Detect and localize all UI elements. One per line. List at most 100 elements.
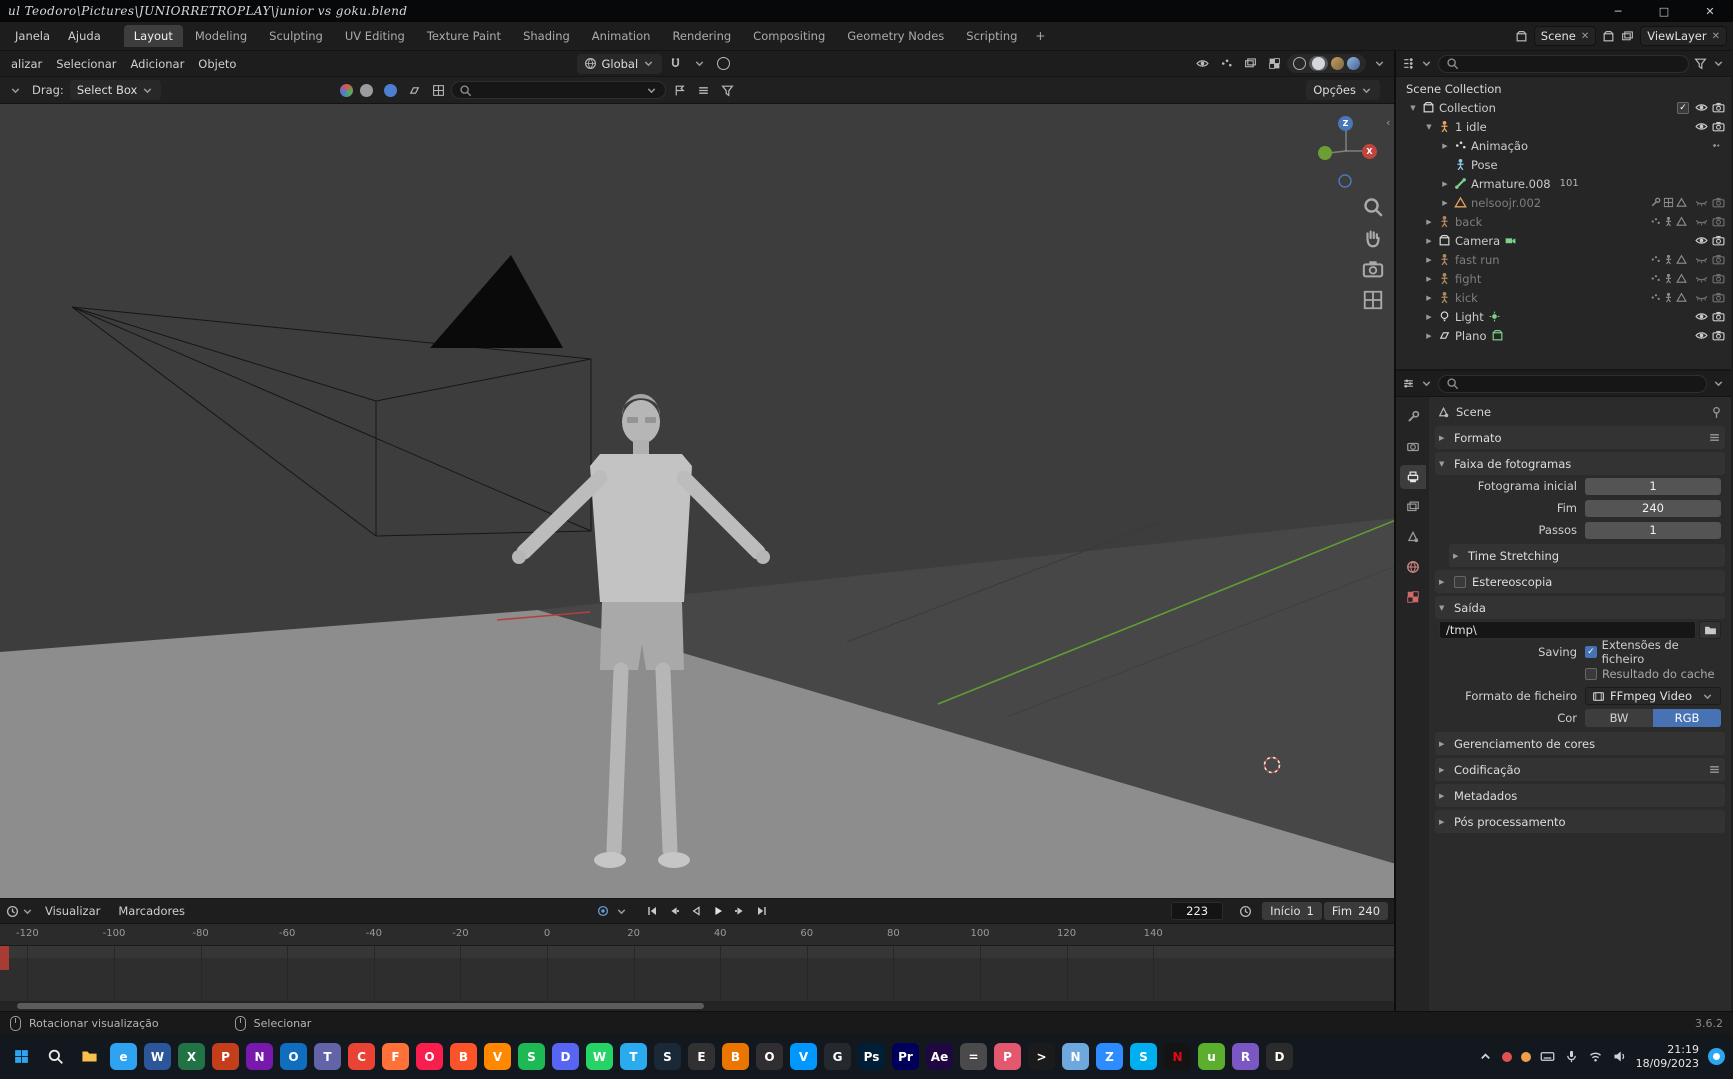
- dots-mini-icon[interactable]: [1650, 254, 1661, 265]
- properties-tab-render[interactable]: [1400, 435, 1426, 459]
- timeline-menu-marcadores[interactable]: Marcadores: [109, 900, 194, 922]
- workspace-tab-animation[interactable]: Animation: [582, 25, 661, 47]
- outliner-row-camera[interactable]: ▶ Camera: [1396, 231, 1731, 250]
- options-button[interactable]: Opções: [1306, 80, 1380, 100]
- expand-arrow-icon[interactable]: ▶: [1424, 294, 1434, 302]
- taskbar-epic-games-icon[interactable]: E: [688, 1043, 715, 1070]
- taskbar-chrome-icon[interactable]: C: [348, 1043, 375, 1070]
- timeline-menu-visualizar[interactable]: Visualizar: [36, 900, 109, 922]
- color-rgb-button[interactable]: RGB: [1653, 709, 1721, 727]
- render-visibility-camera-icon[interactable]: [1712, 234, 1725, 247]
- visibility-dropdown[interactable]: [1191, 54, 1213, 74]
- expand-arrow-icon[interactable]: ▶: [1424, 332, 1434, 340]
- workspace-tab-sculpting[interactable]: Sculpting: [259, 25, 333, 47]
- workspace-tab-texture-paint[interactable]: Texture Paint: [417, 25, 511, 47]
- taskbar-file-explorer-icon[interactable]: [76, 1043, 103, 1070]
- passos-field[interactable]: 1: [1585, 521, 1721, 539]
- clock-icon[interactable]: [6, 905, 19, 918]
- shading-solid-button[interactable]: [1309, 56, 1328, 71]
- render-visibility-camera-icon[interactable]: [1712, 329, 1725, 342]
- timeline-scrollbar[interactable]: [0, 1001, 1394, 1011]
- expand-arrow-icon[interactable]: ▶: [1440, 180, 1450, 188]
- viewlayer-selector[interactable]: ViewLayer ✕: [1640, 26, 1727, 46]
- new-scene-icon[interactable]: [1602, 30, 1615, 43]
- tri-mini-icon[interactable]: [1676, 197, 1687, 208]
- taskbar-davinci-icon[interactable]: D: [1266, 1043, 1293, 1070]
- tri-mini-icon[interactable]: [1676, 292, 1687, 303]
- grid-mini-icon[interactable]: [1663, 197, 1674, 208]
- taskbar-firefox-icon[interactable]: F: [382, 1043, 409, 1070]
- stickman-mini-icon[interactable]: [1663, 254, 1674, 265]
- maximize-button[interactable]: □: [1641, 0, 1687, 22]
- properties-tab-tool[interactable]: [1400, 405, 1426, 429]
- fim-field[interactable]: 240: [1585, 499, 1721, 517]
- expand-arrow-icon[interactable]: ▶: [1424, 275, 1434, 283]
- outliner-row-plano[interactable]: ▶ Plano: [1396, 326, 1731, 345]
- scene-selector[interactable]: Scene ✕: [1533, 26, 1597, 46]
- taskbar-after-effects-icon[interactable]: Ae: [926, 1043, 953, 1070]
- taskbar-photoshop-icon[interactable]: Ps: [858, 1043, 885, 1070]
- taskbar-telegram-icon[interactable]: T: [620, 1043, 647, 1070]
- active-tool-dropdown[interactable]: Select Box: [69, 80, 162, 100]
- taskbar-winrar-icon[interactable]: R: [1232, 1043, 1259, 1070]
- shading-rendered-button[interactable]: [1347, 57, 1360, 70]
- scene-browse-icon[interactable]: [1515, 30, 1528, 43]
- taskbar-obs-icon[interactable]: O: [756, 1043, 783, 1070]
- transform-orientation-dropdown[interactable]: Global: [577, 53, 663, 74]
- gizmos-toggle[interactable]: [1215, 54, 1237, 74]
- taskbar-start-icon[interactable]: [8, 1043, 35, 1070]
- taskbar-blender-icon[interactable]: B: [722, 1043, 749, 1070]
- menu-icon[interactable]: [1708, 763, 1721, 776]
- taskbar-skype-icon[interactable]: S: [1130, 1043, 1157, 1070]
- taskbar-github-icon[interactable]: G: [824, 1043, 851, 1070]
- shading-wireframe-button[interactable]: [1293, 57, 1306, 70]
- color-ball-icon[interactable]: [340, 83, 354, 97]
- expand-arrow-icon[interactable]: ▶: [1424, 237, 1434, 245]
- plane-icon[interactable]: [403, 80, 425, 100]
- workspace-tab-scripting[interactable]: Scripting: [956, 25, 1027, 47]
- viewlayer-remove-icon[interactable]: ✕: [1712, 31, 1720, 42]
- panel-frame-range[interactable]: ▼ Faixa de fotogramas: [1435, 452, 1725, 475]
- scene-unlink-icon[interactable]: ✕: [1581, 31, 1589, 42]
- expand-arrow-icon[interactable]: ▶: [1424, 218, 1434, 226]
- taskbar-whatsapp-icon[interactable]: W: [586, 1043, 613, 1070]
- eye-open-icon[interactable]: [1695, 120, 1708, 133]
- clock-icon[interactable]: [1239, 905, 1252, 918]
- play-reverse-button[interactable]: [686, 902, 706, 920]
- timeline-tracks[interactable]: [0, 946, 1394, 1001]
- render-visibility-camera-icon[interactable]: [1712, 291, 1725, 304]
- panel-metadados[interactable]: ▶ Metadados: [1435, 784, 1725, 807]
- expand-arrow-icon[interactable]: ▼: [1408, 104, 1418, 112]
- eye-open-icon[interactable]: [1695, 310, 1708, 323]
- sidebar-collapse-arrow[interactable]: ‹: [1386, 116, 1390, 129]
- eye-closed-icon[interactable]: [1695, 215, 1708, 228]
- taskbar-opera-icon[interactable]: O: [416, 1043, 443, 1070]
- viewport-menu-objeto[interactable]: Objeto: [191, 54, 243, 74]
- tray-alert-icon[interactable]: [1501, 1051, 1512, 1062]
- filter-dropdown[interactable]: [716, 80, 738, 100]
- viewport-menu-selecionar[interactable]: Selecionar: [49, 54, 123, 74]
- render-visibility-camera-icon[interactable]: [1712, 215, 1725, 228]
- pin-icon[interactable]: [1710, 406, 1723, 419]
- jump-start-button[interactable]: [642, 902, 662, 920]
- close-button[interactable]: ✕: [1687, 0, 1733, 22]
- expand-arrow-icon[interactable]: ▶: [1424, 256, 1434, 264]
- tri-mini-icon[interactable]: [1676, 216, 1687, 227]
- fotograma-inicial-field[interactable]: 1: [1585, 477, 1721, 495]
- panel-saida[interactable]: ▼ Saída: [1435, 596, 1725, 619]
- taskbar-teams-icon[interactable]: T: [314, 1043, 341, 1070]
- keyboard-icon[interactable]: [1540, 1049, 1555, 1064]
- dots-mini-icon[interactable]: [1650, 292, 1661, 303]
- timeline-ruler[interactable]: -120 -100 -80 -60 -40 -20 0 20 40 60 80 100 120 140: [0, 924, 1394, 946]
- outliner-row-pose[interactable]: Pose: [1396, 155, 1731, 174]
- taskbar-word-icon[interactable]: W: [144, 1043, 171, 1070]
- taskbar-outlook-icon[interactable]: O: [280, 1043, 307, 1070]
- taskbar-powerpoint-icon[interactable]: P: [212, 1043, 239, 1070]
- expand-arrow-icon[interactable]: ▼: [1424, 123, 1434, 131]
- play-button[interactable]: [708, 902, 728, 920]
- outliner-editor-icon[interactable]: [1402, 57, 1415, 70]
- notification-icon[interactable]: [1708, 1048, 1725, 1065]
- panel-pos-processamento[interactable]: ▶ Pós processamento: [1435, 810, 1725, 833]
- current-frame-field[interactable]: 223: [1171, 902, 1224, 920]
- outliner-row-kick[interactable]: ▶ kick: [1396, 288, 1731, 307]
